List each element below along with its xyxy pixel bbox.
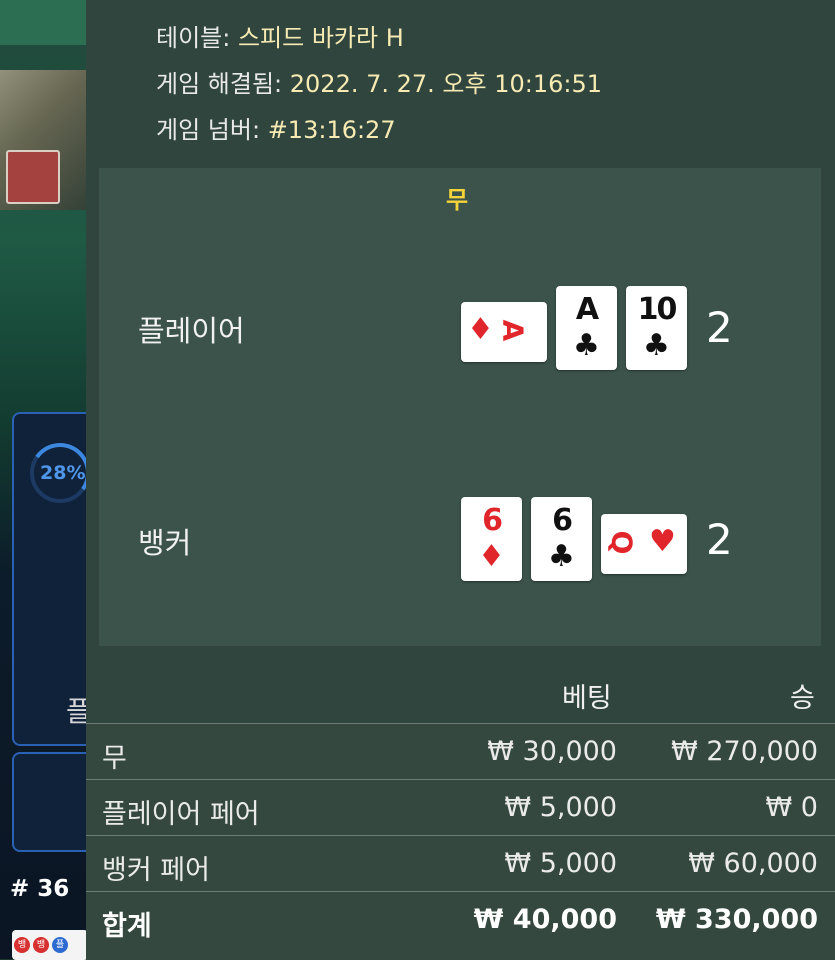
bets-table-header: [86, 659, 835, 723]
progress-percent: 28%: [40, 462, 86, 484]
win-amount: ₩ 60,000: [688, 848, 818, 879]
banker-label: 뱅커: [138, 526, 192, 560]
road-dot: 플: [52, 937, 68, 953]
round-number: # 36: [10, 876, 70, 902]
card-suit: ♣: [573, 328, 600, 363]
total-bet: ₩ 40,000: [473, 904, 617, 935]
result-box: [99, 168, 821, 646]
bet-amount: ₩ 5,000: [504, 792, 617, 823]
resolved-info: 게임 해결됨: 2022. 7. 27. 오후 10:16:51: [156, 64, 602, 99]
win-amount: ₩ 0: [765, 792, 818, 823]
resolved-value: 2022. 7. 27. 오후 10:16:51: [289, 70, 603, 98]
player-card-2: A ♣: [556, 286, 617, 370]
player-card-1: ♦ A: [461, 302, 547, 362]
banker-card-3: ♥ Q: [601, 514, 687, 574]
table-row: 무 ₩ 30,000 ₩ 270,000: [86, 723, 835, 779]
banker-score: 2: [706, 515, 733, 564]
pair-bet-spot[interactable]: [12, 752, 96, 852]
card-rank: 10: [637, 292, 678, 327]
result-outcome: 무: [446, 186, 469, 214]
total-label: 합계: [102, 911, 152, 942]
card-rank: 6: [482, 503, 503, 538]
card-suit: ♣: [548, 539, 575, 574]
card-rank: 6: [552, 503, 573, 538]
total-row: 합계 ₩ 40,000 ₩ 330,000: [86, 891, 835, 960]
card-suit: ♦: [467, 312, 494, 347]
total-win: ₩ 330,000: [655, 904, 818, 935]
bet-amount: ₩ 30,000: [487, 736, 617, 767]
player-card-3: 10 ♣: [626, 286, 687, 370]
bet-amount: ₩ 5,000: [504, 848, 617, 879]
resolved-label: 게임 해결됨:: [156, 70, 283, 98]
table-label: 테이블:: [156, 24, 231, 52]
game-number-label: 게임 넘버:: [156, 116, 261, 144]
player-label: 플레이어: [138, 314, 245, 348]
game-number-value: #13:16:27: [267, 116, 396, 144]
bet-type: 뱅커 페어: [102, 855, 210, 886]
card-suit: ♦: [478, 539, 505, 574]
win-amount: ₩ 270,000: [671, 736, 818, 767]
table-row: 뱅커 페어 ₩ 5,000 ₩ 60,000: [86, 835, 835, 891]
win-column-header: 승: [790, 683, 815, 714]
card-rank: A: [496, 319, 530, 340]
card-suit: ♥: [649, 524, 676, 559]
banker-card-2: 6 ♣: [531, 497, 592, 581]
game-number-info: 게임 넘버: #13:16:27: [156, 110, 396, 145]
table-felt: [0, 0, 86, 45]
table-info: 테이블: 스피드 바카라 H: [156, 18, 404, 53]
card-stack-image: [6, 150, 60, 204]
card-suit: ♣: [643, 328, 670, 363]
table-value: 스피드 바카라 H: [237, 24, 404, 52]
banker-card-1: 6 ♦: [461, 497, 522, 581]
card-rank: Q: [605, 530, 639, 553]
bet-column-header: 베팅: [562, 683, 612, 714]
road-dot: 뱅: [14, 937, 30, 953]
card-rank: A: [575, 292, 599, 327]
road-dot: 뱅: [33, 937, 49, 953]
player-score: 2: [706, 303, 733, 352]
bet-type: 플레이어 페어: [102, 799, 260, 830]
bet-type: 무: [102, 743, 127, 774]
table-row: 플레이어 페어 ₩ 5,000 ₩ 0: [86, 779, 835, 835]
